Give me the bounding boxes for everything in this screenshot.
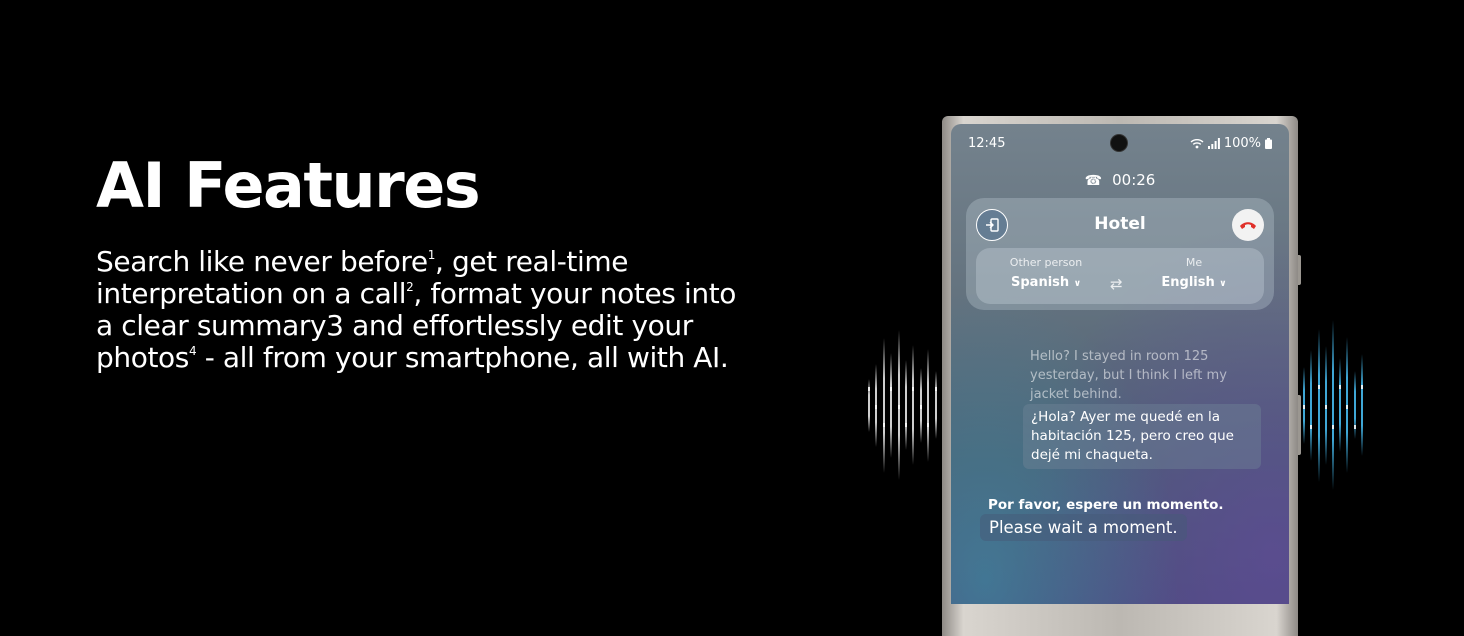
signal-icon — [1207, 138, 1220, 149]
wave-bar — [905, 360, 907, 450]
other-language-value: Spanish — [1011, 275, 1070, 290]
footnote-1: 1 — [427, 248, 436, 262]
language-selector: Other person Spanish ∨ ⇄ Me English ∨ — [976, 248, 1264, 304]
wave-dot — [868, 387, 870, 391]
wave-dot — [1303, 405, 1305, 409]
swap-languages-icon[interactable]: ⇄ — [1110, 275, 1123, 293]
battery-percent: 100% — [1223, 136, 1261, 151]
wave-dot — [920, 405, 922, 409]
interpreter-card: Hotel Other person Spanish ∨ ⇄ Me Englis… — [966, 198, 1274, 310]
other-language-group[interactable]: Other person Spanish ∨ — [986, 256, 1106, 290]
wave-bar — [1310, 350, 1312, 461]
wave-bar — [935, 371, 937, 439]
phone-screen: 12:45 100% ☎ 00:26 Hotel Other person Sp… — [951, 124, 1289, 604]
wave-dot — [927, 423, 929, 427]
wave-bar — [890, 353, 892, 458]
chevron-down-icon: ∨ — [1073, 279, 1081, 289]
wave-dot — [1354, 425, 1356, 429]
wave-dot — [912, 387, 914, 391]
wave-bar — [912, 345, 914, 465]
wave-dot — [890, 387, 892, 391]
received-original-text: Hello? I stayed in room 125 yesterday, b… — [1030, 349, 1227, 402]
my-language-value: English — [1161, 275, 1215, 290]
my-language-group[interactable]: Me English ∨ — [1134, 256, 1254, 290]
desc-part-1: Search like never before — [96, 245, 428, 278]
caller-name: Hotel — [1094, 214, 1146, 234]
reply-original-text: Please wait a moment. — [980, 514, 1187, 541]
call-duration: 00:26 — [1112, 171, 1156, 189]
battery-icon — [1265, 138, 1272, 149]
wave-dot — [1361, 385, 1363, 389]
status-icons: 100% — [1190, 136, 1272, 151]
end-call-button[interactable] — [1232, 209, 1264, 241]
chevron-down-icon: ∨ — [1219, 279, 1227, 289]
wave-dot — [1310, 425, 1312, 429]
wave-dot — [883, 423, 885, 427]
desc-part-4: - all from your smartphone, all with AI. — [196, 341, 729, 374]
sound-wave-left-graphic — [868, 330, 942, 480]
wave-dot — [875, 405, 877, 409]
status-time: 12:45 — [968, 136, 1006, 151]
end-call-icon — [1240, 222, 1256, 229]
wave-bar — [1339, 358, 1341, 452]
wave-bar — [883, 338, 885, 473]
wave-bar — [1318, 329, 1320, 482]
wifi-icon — [1190, 139, 1204, 149]
wave-bar — [1361, 354, 1363, 456]
me-label: Me — [1185, 256, 1203, 269]
wave-dot — [1318, 385, 1320, 389]
other-person-label: Other person — [1009, 256, 1083, 269]
page-title: AI Features — [96, 149, 481, 222]
received-translated-text: ¿Hola? Ayer me quedé en la habitación 12… — [1023, 404, 1261, 469]
other-language-dropdown[interactable]: Spanish ∨ — [986, 275, 1106, 290]
phone-icon: ☎ — [1084, 173, 1103, 189]
front-camera — [1111, 135, 1127, 151]
wave-bar — [1332, 320, 1334, 490]
wave-dot — [1339, 385, 1341, 389]
my-language-dropdown[interactable]: English ∨ — [1134, 275, 1254, 290]
feature-description: Search like never before1, get real-time… — [96, 246, 746, 374]
wave-dot — [1325, 405, 1327, 409]
wave-dot — [1346, 405, 1348, 409]
reply-translated-text: Por favor, espere un momento. — [988, 497, 1224, 513]
wave-bar — [927, 349, 929, 462]
wave-dot — [1332, 425, 1334, 429]
sound-wave-right-graphic — [1296, 320, 1368, 490]
wave-dot — [935, 387, 937, 391]
wave-dot — [898, 405, 900, 409]
call-timer: ☎ 00:26 — [951, 171, 1289, 189]
wave-dot — [905, 423, 907, 427]
